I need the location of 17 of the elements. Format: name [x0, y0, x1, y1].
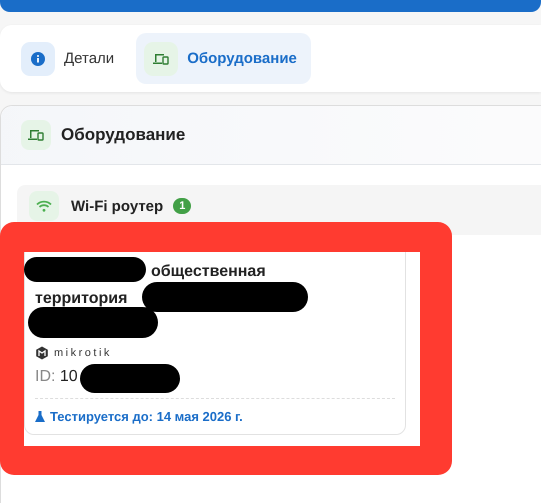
info-icon — [21, 42, 55, 76]
flask-icon — [35, 411, 45, 422]
devices-icon — [144, 42, 178, 76]
wifi-icon — [29, 191, 59, 221]
count-badge: 1 — [173, 198, 192, 214]
id-label: ID: — [35, 368, 56, 385]
device-title: общественная — [151, 262, 266, 282]
tab[interactable]: Оборудование — [136, 33, 311, 84]
tab[interactable]: Детали — [13, 33, 128, 84]
testing-until: Тестируется до: 14 мая 2026 г. — [50, 409, 243, 424]
devices-icon — [21, 120, 51, 150]
id-value: 10 — [60, 368, 78, 385]
device-title: территория — [35, 289, 128, 309]
brand-name: mikrotik — [54, 347, 112, 359]
group-title: Wi-Fi роутер — [71, 198, 164, 214]
brand-logo-icon — [35, 346, 49, 360]
panel-title: Оборудование — [61, 125, 186, 145]
